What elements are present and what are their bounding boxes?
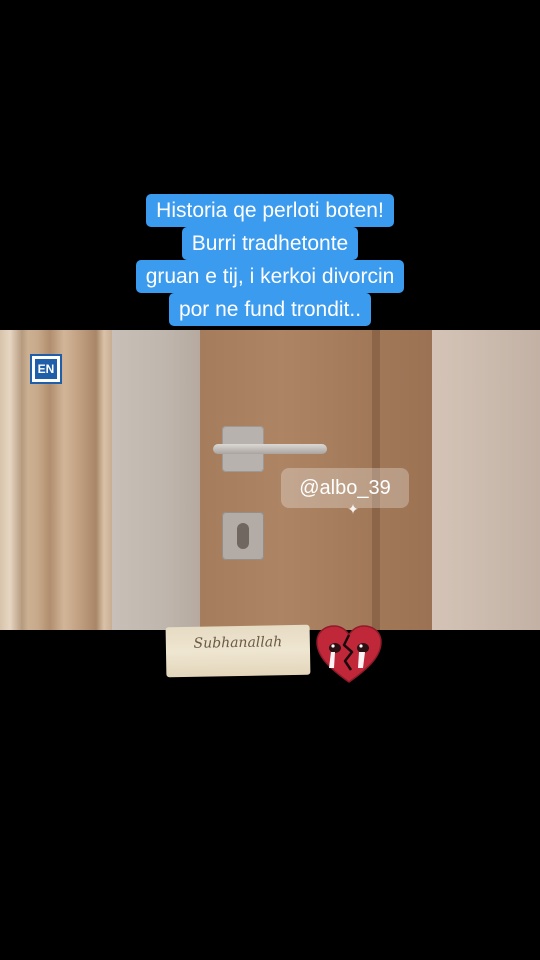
channel-logo: EN xyxy=(30,354,62,384)
broken-heart-crying-icon xyxy=(316,625,382,683)
caption-line-1: Historia qe perloti boten! xyxy=(146,194,394,227)
caption-line-4: por ne fund trondit.. xyxy=(168,293,372,326)
caption-block: Historia qe perloti boten! Burri tradhet… xyxy=(0,194,540,326)
caption-line-2: Burri tradhetonte xyxy=(181,227,359,260)
lock-knob xyxy=(237,523,249,549)
door-frame-post xyxy=(112,330,200,630)
video-screen[interactable]: Historia qe perloti boten! Burri tradhet… xyxy=(0,0,540,960)
username-watermark: @albo_39 xyxy=(281,468,409,508)
wall xyxy=(432,330,540,630)
sparkle-icon: ✦ xyxy=(347,501,359,517)
caption-line-3: gruan e tij, i kerkoi divorcin xyxy=(135,260,405,293)
channel-logo-text: EN xyxy=(35,359,57,379)
subhanallah-sticker-text: Subhanallah xyxy=(193,634,283,652)
door-handle xyxy=(213,444,327,454)
video-frame[interactable]: EN @albo_39 ✦ xyxy=(0,330,540,630)
subhanallah-sticker: Subhanallah xyxy=(165,624,311,678)
